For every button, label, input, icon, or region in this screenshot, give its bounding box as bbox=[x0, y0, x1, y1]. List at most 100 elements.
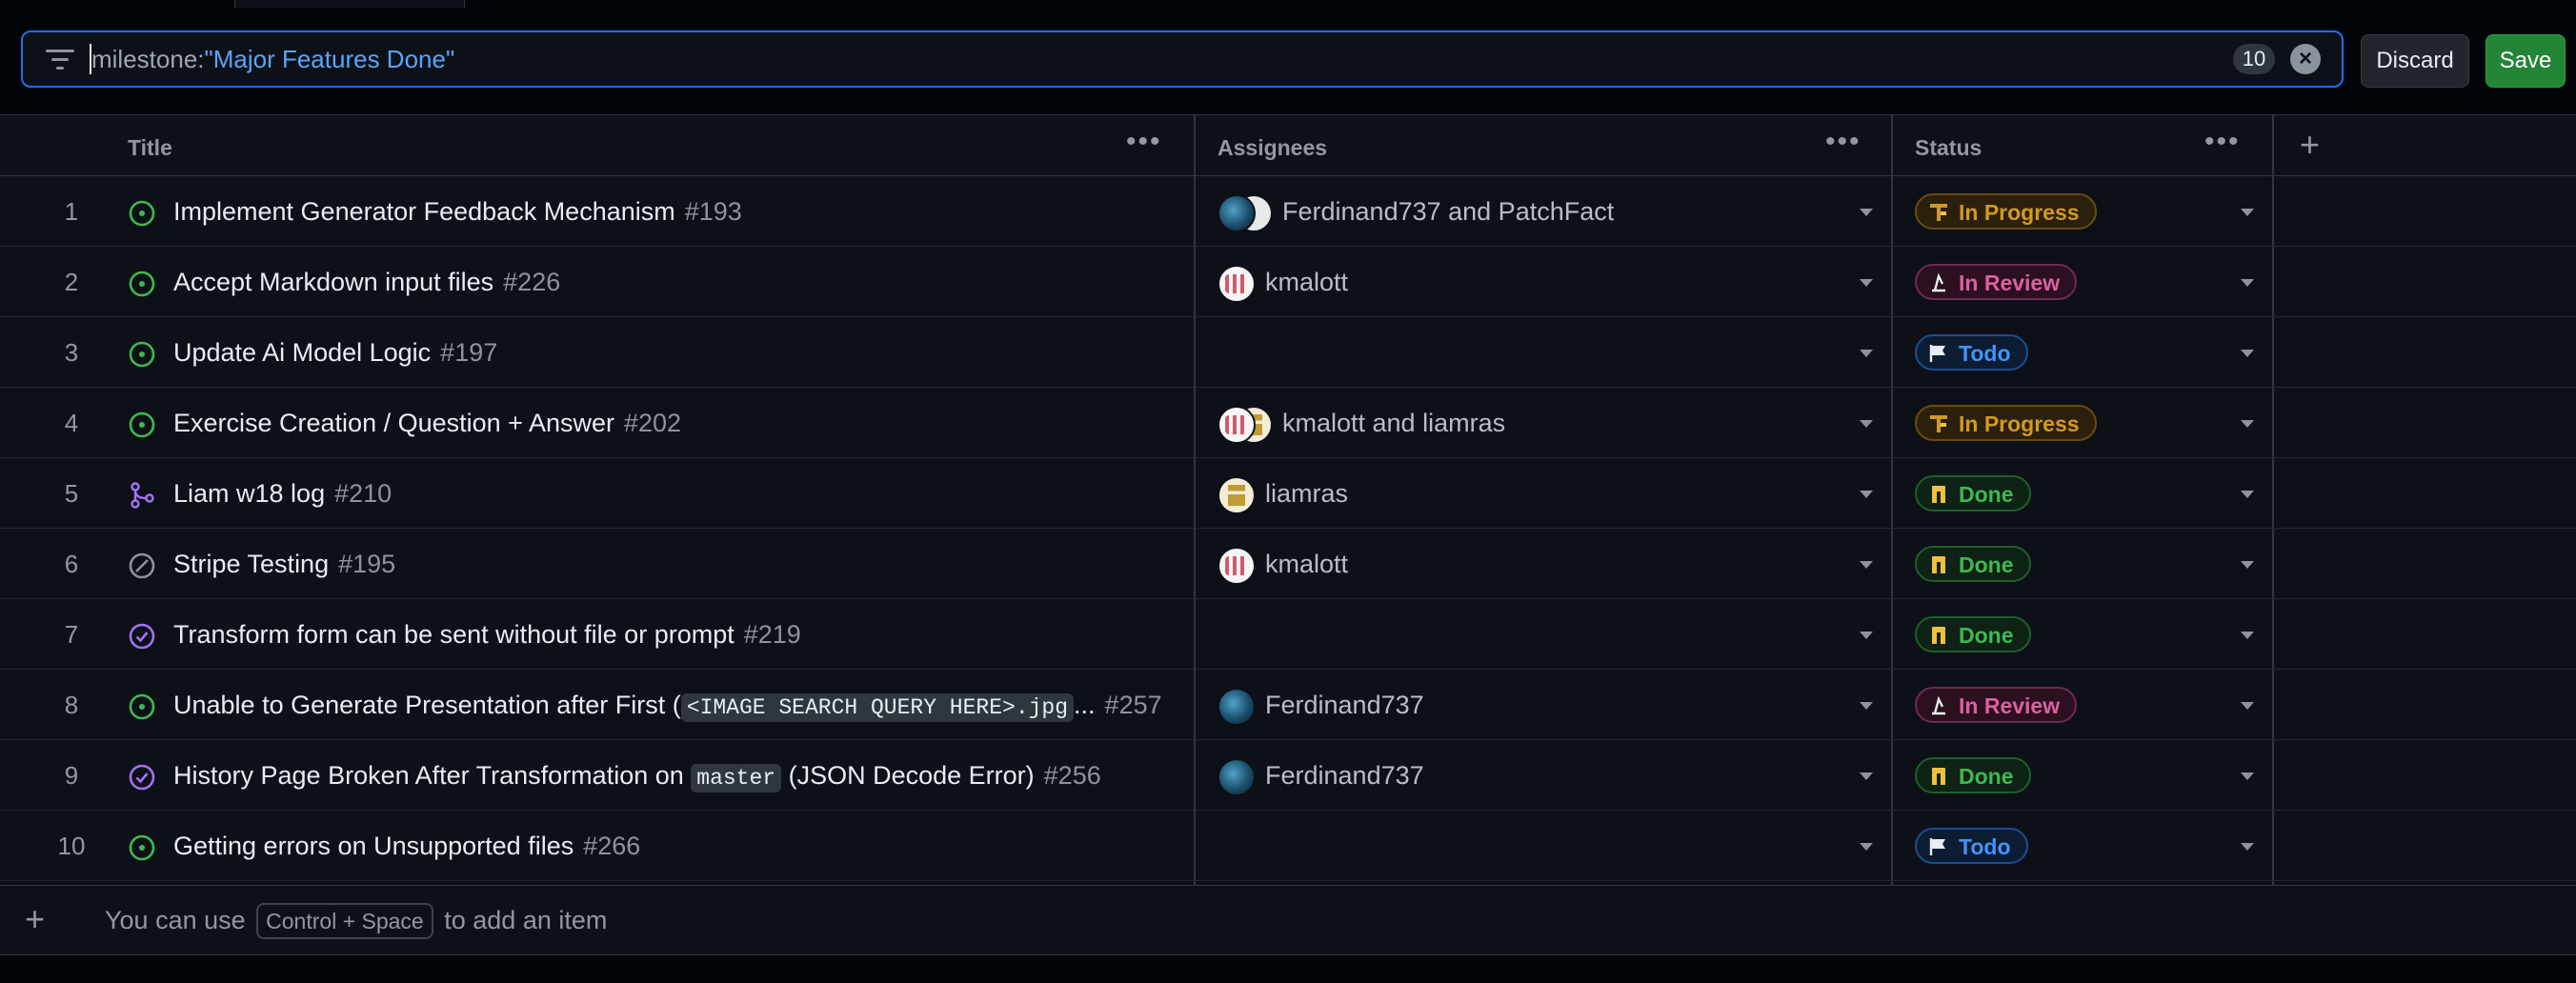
save-button[interactable]: Save bbox=[2485, 34, 2566, 88]
active-view-tab[interactable] bbox=[234, 0, 465, 8]
item-title[interactable]: Implement Generator Feedback Mechanism #1… bbox=[173, 176, 742, 247]
avatar-kmalott[interactable] bbox=[1218, 547, 1256, 585]
status-badge[interactable]: Todo bbox=[1915, 828, 2028, 864]
item-title-text: Implement Generator Feedback Mechanism bbox=[173, 197, 675, 226]
table-row[interactable]: 7 Transform form can be sent without fil… bbox=[0, 599, 2576, 670]
status-dropdown-icon[interactable] bbox=[2241, 632, 2254, 639]
table-row[interactable]: 4 Exercise Creation / Question + Answer #… bbox=[0, 388, 2576, 458]
inline-code: master bbox=[691, 764, 782, 792]
not-planned-icon bbox=[128, 552, 156, 580]
item-title[interactable]: Update Ai Model Logic #197 bbox=[173, 317, 497, 388]
assignees-dropdown-icon[interactable] bbox=[1860, 702, 1873, 710]
clear-filter-icon[interactable]: × bbox=[2290, 44, 2321, 74]
open-issue-icon bbox=[128, 692, 156, 721]
table-row[interactable]: 5 Liam w18 log #210 liamras Done bbox=[0, 458, 2576, 529]
avatar-kmalott[interactable] bbox=[1218, 265, 1256, 303]
hint-text-before: You can use bbox=[105, 906, 246, 934]
merged-pr-icon bbox=[128, 481, 156, 510]
status-badge[interactable]: Done bbox=[1915, 616, 2031, 652]
table-row[interactable]: 1 Implement Generator Feedback Mechanism… bbox=[0, 176, 2576, 247]
closed-issue-icon bbox=[128, 622, 156, 651]
status-badge[interactable]: Done bbox=[1915, 475, 2031, 512]
table-row[interactable]: 2 Accept Markdown input files #226 kmalot… bbox=[0, 247, 2576, 317]
item-title[interactable]: Exercise Creation / Question + Answer #20… bbox=[173, 388, 681, 458]
add-column-icon[interactable]: + bbox=[2300, 115, 2320, 176]
title-text-post: ... bbox=[1074, 691, 1096, 719]
assignees-dropdown-icon[interactable] bbox=[1860, 561, 1873, 569]
assignee-names: liamras bbox=[1265, 479, 1349, 508]
column-header-status[interactable]: Status bbox=[1915, 115, 1982, 176]
filter-input[interactable]: milestone:"Major Features Done" 10 × bbox=[21, 30, 2344, 88]
status-badge[interactable]: Done bbox=[1915, 546, 2031, 582]
row-number: 8 bbox=[64, 691, 79, 719]
issue-number: #195 bbox=[338, 550, 396, 578]
avatar-ferdinand737[interactable] bbox=[1218, 758, 1256, 796]
item-title[interactable]: History Page Broken After Transformation… bbox=[173, 740, 1101, 813]
avatar-ferdinand737[interactable] bbox=[1218, 194, 1256, 232]
assignees-dropdown-icon[interactable] bbox=[1860, 209, 1873, 216]
row-number: 3 bbox=[64, 338, 79, 367]
open-issue-icon bbox=[128, 411, 156, 439]
status-dropdown-icon[interactable] bbox=[2241, 772, 2254, 780]
column-header-title[interactable]: Title bbox=[128, 115, 172, 176]
status-dropdown-icon[interactable] bbox=[2241, 279, 2254, 287]
assignees-dropdown-icon[interactable] bbox=[1860, 843, 1873, 851]
item-title-text: Update Ai Model Logic bbox=[173, 338, 432, 367]
status-dropdown-icon[interactable] bbox=[2241, 491, 2254, 498]
assignees-dropdown-icon[interactable] bbox=[1860, 420, 1873, 428]
status-column-menu-icon[interactable]: ••• bbox=[2204, 115, 2241, 176]
status-badge[interactable]: Done bbox=[1915, 757, 2031, 793]
status-badge[interactable]: In Review bbox=[1915, 264, 2078, 300]
avatar-ferdinand737[interactable] bbox=[1218, 688, 1256, 726]
title-text-pre: History Page Broken After Transformation… bbox=[173, 761, 692, 790]
item-title[interactable]: Liam w18 log #210 bbox=[173, 458, 392, 529]
assignees-dropdown-icon[interactable] bbox=[1860, 772, 1873, 780]
table-row[interactable]: 8 Unable to Generate Presentation after … bbox=[0, 670, 2576, 740]
assignees-dropdown-icon[interactable] bbox=[1860, 632, 1873, 639]
done-icon bbox=[1932, 627, 1945, 644]
item-title-text: Transform form can be sent without file … bbox=[173, 620, 735, 649]
filter-value: "Major Features Done" bbox=[204, 45, 455, 73]
status-dropdown-icon[interactable] bbox=[2241, 702, 2254, 710]
add-item-row[interactable]: + You can use Control + Space to add an … bbox=[0, 885, 2576, 955]
avatar-liamras[interactable] bbox=[1218, 476, 1256, 514]
status-dropdown-icon[interactable] bbox=[2241, 350, 2254, 357]
table-row[interactable]: 10 Getting errors on Unsupported files #2… bbox=[0, 811, 2576, 881]
table-row[interactable]: 6 Stripe Testing #195 kmalott Done bbox=[0, 529, 2576, 599]
item-title[interactable]: Accept Markdown input files #226 bbox=[173, 247, 560, 317]
filter-query[interactable]: milestone:"Major Features Done" bbox=[91, 45, 454, 73]
issue-number: #197 bbox=[440, 338, 498, 367]
assignees-column-menu-icon[interactable]: ••• bbox=[1825, 115, 1862, 176]
title-text-post: (JSON Decode Error) bbox=[781, 761, 1035, 790]
status-dropdown-icon[interactable] bbox=[2241, 420, 2254, 428]
table-row[interactable]: 3 Update Ai Model Logic #197 Todo bbox=[0, 317, 2576, 388]
row-number: 2 bbox=[64, 268, 79, 296]
status-dropdown-icon[interactable] bbox=[2241, 843, 2254, 851]
table-row[interactable]: 9 History Page Broken After Transformati… bbox=[0, 740, 2576, 811]
assignees-dropdown-icon[interactable] bbox=[1860, 350, 1873, 357]
row-number: 9 bbox=[64, 761, 79, 790]
status-badge[interactable]: In Review bbox=[1915, 687, 2078, 723]
issue-number: #202 bbox=[623, 409, 682, 437]
item-title[interactable]: Unable to Generate Presentation after Fi… bbox=[173, 670, 1162, 743]
discard-button[interactable]: Discard bbox=[2361, 34, 2469, 88]
title-text-pre: Unable to Generate Presentation after Fi… bbox=[173, 691, 681, 719]
status-dropdown-icon[interactable] bbox=[2241, 209, 2254, 216]
add-item-icon[interactable]: + bbox=[25, 886, 45, 953]
item-title-text: Exercise Creation / Question + Answer bbox=[173, 409, 614, 437]
add-item-hint: You can use Control + Space to add an it… bbox=[105, 886, 607, 954]
status-dropdown-icon[interactable] bbox=[2241, 561, 2254, 569]
status-badge[interactable]: In Progress bbox=[1915, 405, 2097, 441]
status-badge[interactable]: In Progress bbox=[1915, 193, 2097, 230]
assignees-dropdown-icon[interactable] bbox=[1860, 279, 1873, 287]
title-column-menu-icon[interactable]: ••• bbox=[1126, 115, 1162, 176]
open-issue-icon bbox=[128, 340, 156, 369]
avatar-kmalott[interactable] bbox=[1218, 406, 1256, 444]
assignees-dropdown-icon[interactable] bbox=[1860, 491, 1873, 498]
column-header-assignees[interactable]: Assignees bbox=[1218, 115, 1327, 176]
status-badge[interactable]: Todo bbox=[1915, 334, 2028, 371]
item-title[interactable]: Stripe Testing #195 bbox=[173, 529, 395, 599]
item-title[interactable]: Transform form can be sent without file … bbox=[173, 599, 801, 670]
review-icon bbox=[1932, 695, 1945, 715]
item-title[interactable]: Getting errors on Unsupported files #266 bbox=[173, 811, 640, 881]
